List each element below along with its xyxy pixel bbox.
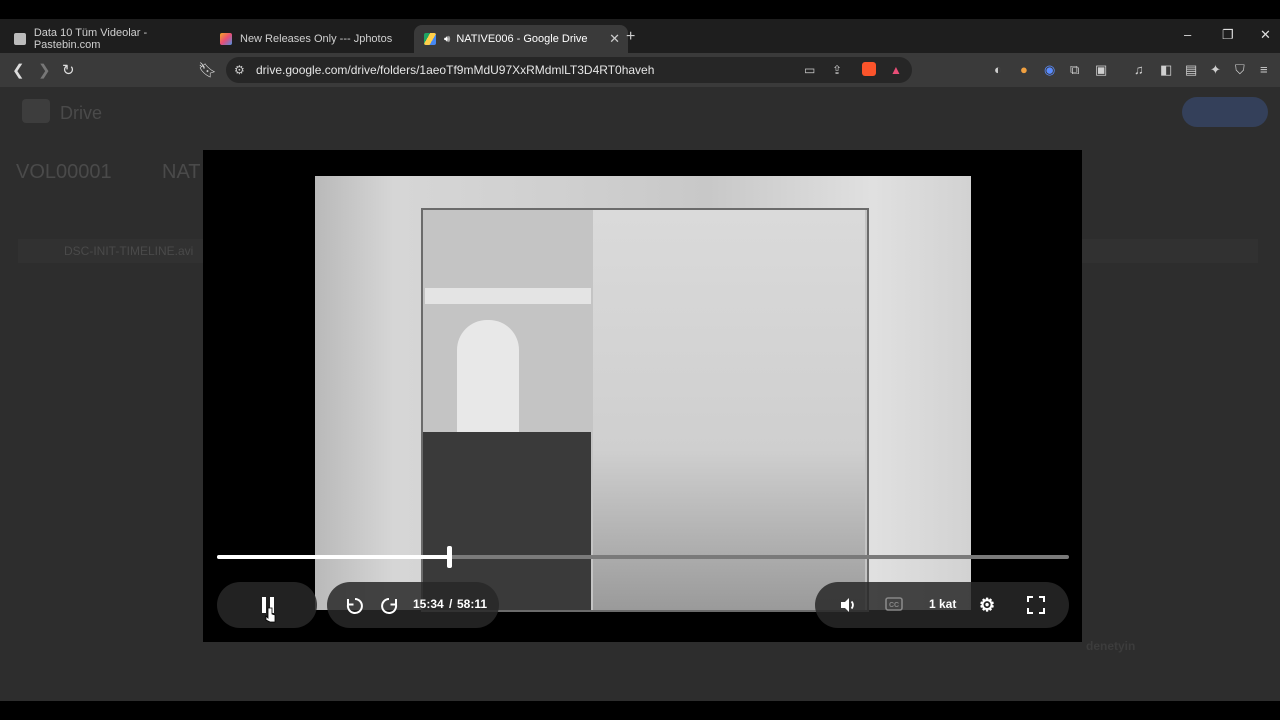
cast-icon[interactable]: ▭ (804, 63, 815, 77)
video-scene (421, 208, 869, 612)
extension-icon[interactable]: ▣ (1095, 62, 1107, 78)
close-tab-icon[interactable]: ✕ (609, 31, 620, 47)
video-frame[interactable] (315, 176, 971, 612)
new-tab-button[interactable]: + (626, 28, 635, 46)
wallet-icon[interactable]: ▤ (1185, 62, 1197, 78)
browser-window: Data 10 Tüm Videolar - Pastebin.com New … (0, 19, 1280, 701)
tab-google-drive[interactable]: 🔊︎ NATIVE006 - Google Drive ✕ (414, 25, 628, 53)
progress-scrubber[interactable] (447, 546, 452, 568)
rewind-10-icon[interactable] (345, 596, 365, 616)
media-control-icon[interactable]: ♫ (1134, 62, 1144, 77)
breadcrumb[interactable]: VOL00001 (16, 161, 112, 184)
right-controls-pill: CC 1 kat ⚙ (815, 582, 1069, 628)
menu-icon[interactable]: ≡ (1260, 62, 1268, 77)
settings-gear-icon[interactable]: ⚙ (979, 595, 995, 616)
vpn-icon[interactable]: ⛉ (1235, 62, 1245, 78)
playback-controls-pill: 15:34 / 58:11 (327, 582, 499, 628)
google-drive-favicon-icon (424, 33, 436, 45)
captions-icon[interactable]: CC (885, 597, 903, 611)
scene-shelf (425, 288, 591, 304)
back-icon[interactable]: ❮ (12, 61, 25, 79)
address-bar[interactable]: ⚙ drive.google.com/drive/folders/1aeoTf9… (226, 57, 912, 83)
video-player[interactable]: 15:34 / 58:11 CC 1 kat ⚙ (203, 150, 1082, 642)
speaker-icon: 🔊︎ (444, 33, 451, 45)
restore-button[interactable]: ❐ (1222, 27, 1234, 43)
drive-logo-icon (22, 99, 50, 123)
drive-logo-text: Drive (60, 103, 103, 123)
brave-shields-icon[interactable] (862, 62, 876, 76)
file-name[interactable]: DSC-INIT-TIMELINE.avi (64, 244, 193, 258)
volume-icon[interactable] (839, 596, 857, 614)
leo-ai-icon[interactable]: ✦ (1210, 62, 1221, 78)
extensions-puzzle-icon[interactable]: ⧉ (1070, 62, 1079, 78)
toast-title: denetyin (1086, 639, 1136, 653)
forward-icon[interactable]: ❯ (38, 61, 51, 79)
extension-icon[interactable]: ◐ (994, 62, 1002, 77)
brave-rewards-icon[interactable]: ▲ (890, 63, 902, 77)
extension-icon[interactable]: ● (1020, 62, 1028, 77)
sidebar-icon[interactable]: ◧ (1160, 62, 1172, 78)
playback-speed-button[interactable]: 1 kat (929, 597, 956, 611)
scene-door-panel (593, 210, 865, 610)
toast-notification: denetyin (930, 639, 1260, 699)
tab-pastebin[interactable]: Data 10 Tüm Videolar - Pastebin.com (6, 25, 214, 53)
extension-icon[interactable]: ◉ (1044, 62, 1055, 78)
tab-strip: Data 10 Tüm Videolar - Pastebin.com New … (0, 19, 1280, 53)
sign-in-button[interactable] (1182, 97, 1268, 127)
reload-icon[interactable]: ↻ (62, 61, 75, 79)
close-window-button[interactable]: ✕ (1260, 27, 1271, 43)
current-time: 15:34 (413, 597, 444, 611)
tab-label: Data 10 Tüm Videolar - Pastebin.com (33, 27, 148, 51)
minimize-button[interactable]: – (1184, 27, 1191, 42)
time-separator: / (449, 597, 453, 611)
tab-jphotos[interactable]: New Releases Only --- Jphotos (212, 25, 416, 53)
bookmark-icon[interactable]: 🔖︎ (198, 61, 217, 79)
breadcrumb-next[interactable]: NAT (162, 161, 201, 184)
pastebin-favicon-icon (14, 33, 26, 45)
fullscreen-icon[interactable] (1027, 596, 1045, 614)
progress-played (217, 555, 449, 559)
forward-10-icon[interactable] (379, 596, 399, 616)
url-text[interactable]: drive.google.com/drive/folders/1aeoTf9mM… (256, 63, 654, 77)
video-progress-bar[interactable] (217, 546, 1069, 568)
jphotos-favicon-icon (220, 33, 232, 45)
mouse-cursor-icon (265, 607, 276, 623)
share-icon[interactable]: ⇪ (832, 63, 842, 77)
svg-text:CC: CC (889, 602, 899, 609)
site-settings-icon[interactable]: ⚙ (234, 63, 245, 77)
tab-label: NATIVE006 - Google Drive (456, 33, 588, 45)
tab-label: New Releases Only --- Jphotos (240, 33, 393, 45)
duration: 58:11 (457, 597, 488, 611)
browser-toolbar: ❮ ❯ ↻ 🔖︎ ⚙ drive.google.com/drive/folder… (0, 53, 1280, 87)
